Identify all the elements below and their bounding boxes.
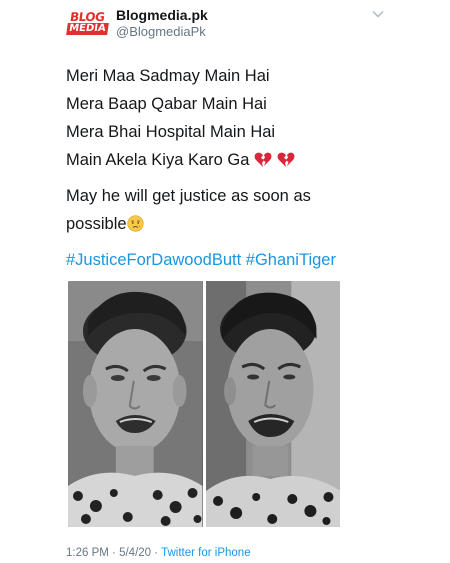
tweet-date[interactable]: 5/4/20 — [119, 547, 151, 559]
tweet-line-4: Main Akela Kiya Karo Ga — [66, 151, 250, 169]
tweet-line-6-container: possible — [66, 210, 396, 238]
tweet-photo-1[interactable] — [68, 281, 203, 527]
tweet-line-1: Meri Maa Sadmay Main Hai — [66, 67, 270, 85]
logo-text-top: BLOG — [68, 10, 106, 24]
photo-1-graphic — [68, 281, 203, 527]
chevron-down-icon[interactable] — [372, 10, 384, 18]
meta-separator: · — [112, 547, 116, 559]
author-display-name[interactable]: Blogmedia.pk — [116, 6, 208, 24]
tweet-line-3: Mera Bhai Hospital Main Hai — [66, 123, 276, 141]
author-avatar[interactable]: BLOG MEDIA — [65, 8, 109, 38]
tweet-paragraph-2: May he will get justice as soon as possi… — [66, 182, 396, 238]
tweet-card[interactable]: BLOG MEDIA Blogmedia.pk @BlogmediaPk Mer… — [0, 0, 450, 563]
hashtag-row: #JusticeForDawoodButt #GhaniTiger — [66, 248, 336, 272]
broken-heart-icon — [277, 152, 295, 167]
logo-text-bottom: MEDIA — [65, 23, 109, 35]
tweet-metadata: 1:26 PM · 5/4/20 · Twitter for iPhone — [66, 545, 251, 561]
tweet-time[interactable]: 1:26 PM — [66, 547, 109, 559]
hashtag-link-justicefordawoodbutt[interactable]: #JusticeForDawoodButt — [66, 251, 241, 269]
tweet-line-5: May he will get justice as soon as — [66, 187, 311, 205]
hashtag-link-ghanitiger[interactable]: #GhaniTiger — [246, 251, 336, 269]
author-handle[interactable]: @BlogmediaPk — [116, 24, 208, 40]
meta-separator: · — [154, 547, 159, 559]
author-names[interactable]: Blogmedia.pk @BlogmediaPk — [116, 6, 208, 40]
tweet-line-2: Mera Baap Qabar Main Hai — [66, 95, 267, 113]
photo-2-graphic — [205, 281, 340, 527]
broken-heart-icon — [254, 152, 272, 167]
tweet-line-4-container: Main Akela Kiya Karo Ga — [66, 146, 396, 174]
tweet-text: Meri Maa Sadmay Main Hai Mera Baap Qabar… — [66, 62, 396, 238]
tweet-media[interactable] — [68, 281, 340, 527]
tweet-photo-2[interactable] — [205, 281, 340, 527]
tweet-line-6: possible — [66, 215, 127, 233]
crying-face-icon — [126, 215, 144, 232]
tweet-source-link[interactable]: Twitter for iPhone — [161, 547, 250, 559]
